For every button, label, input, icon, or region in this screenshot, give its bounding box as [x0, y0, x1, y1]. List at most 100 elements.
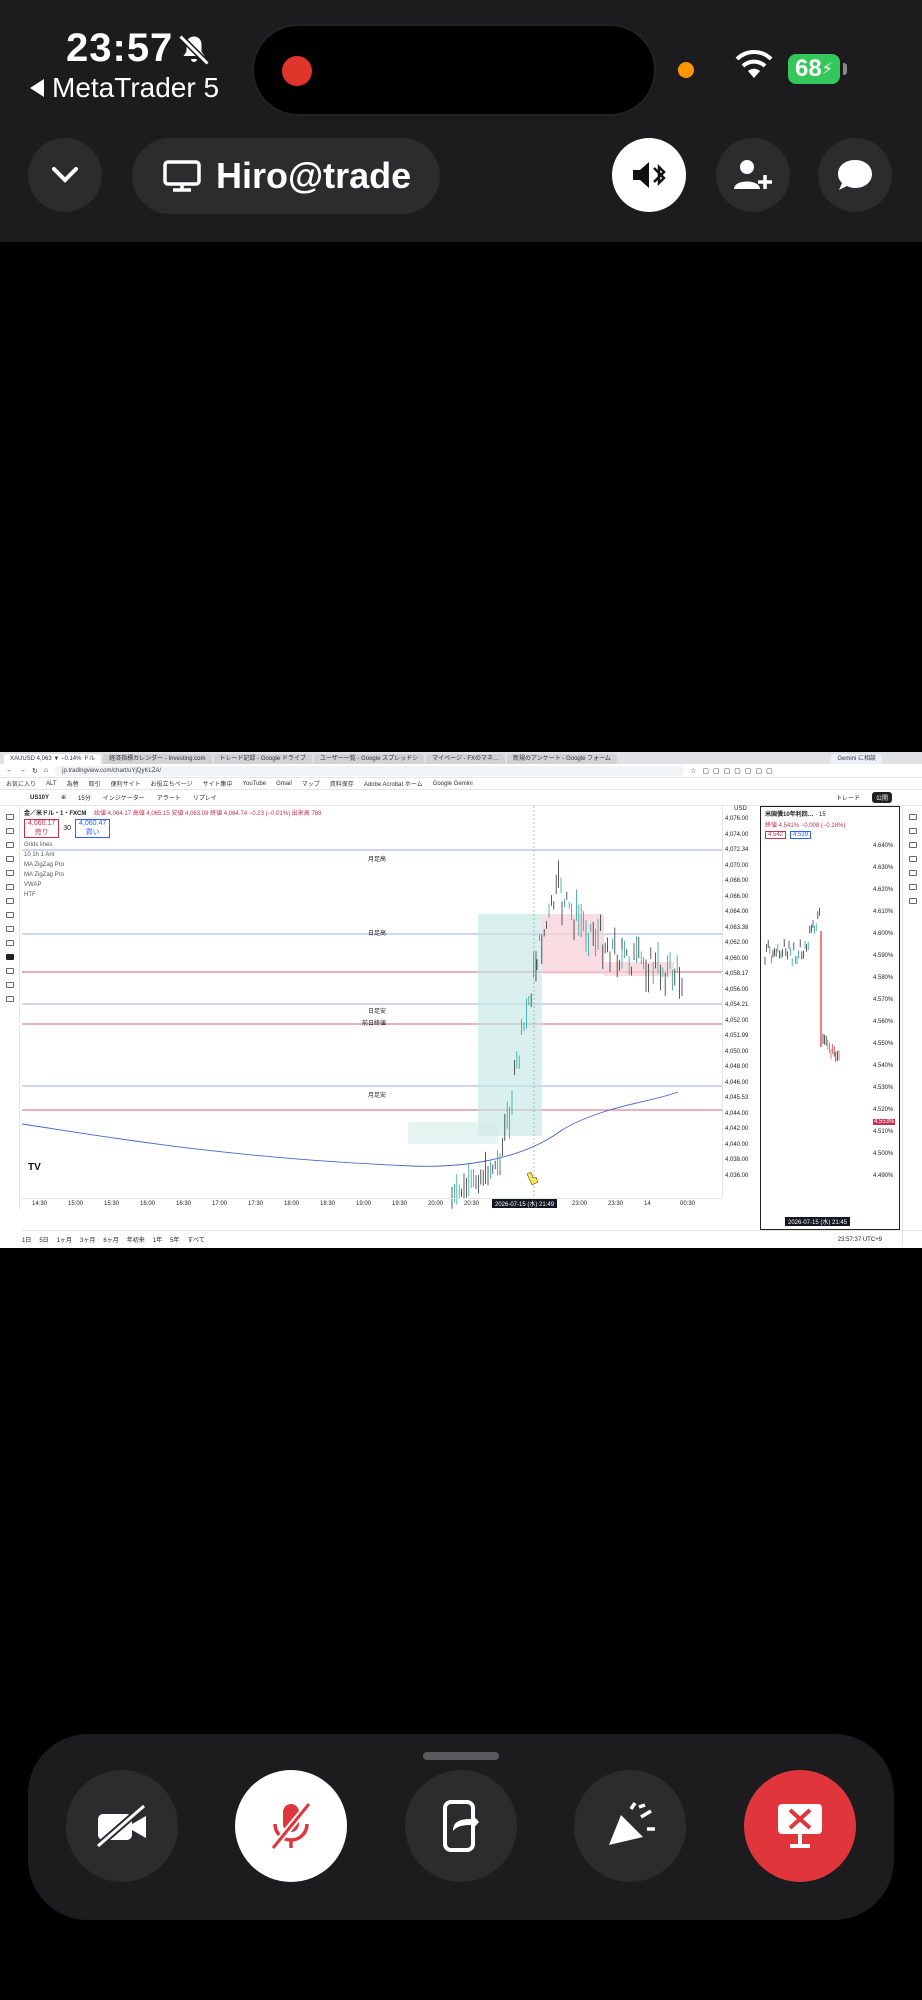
gemini-button[interactable]: Gemini に相談: [831, 754, 882, 764]
browser-tab[interactable]: トレード記録 - Google ドライブ: [213, 754, 312, 764]
chat-button[interactable]: [818, 138, 892, 212]
add-symbol-icon[interactable]: ⊕: [61, 794, 66, 801]
side-buy-button[interactable]: 4.539: [790, 831, 812, 839]
bookmark-item[interactable]: Google Gemini: [433, 781, 473, 787]
side-chart-canvas[interactable]: [763, 867, 873, 1187]
mic-toggle-button[interactable]: [235, 1770, 347, 1882]
period-button[interactable]: 6ヶ月: [103, 1235, 118, 1244]
period-button[interactable]: 3ヶ月: [80, 1235, 95, 1244]
browser-tab[interactable]: 経済指標カレンダー - Investing.com: [103, 754, 212, 764]
help-icon[interactable]: [908, 898, 917, 904]
main-chart[interactable]: TV 金／米ドル・1・FXCM 始値 4,064.17 高値 4,065.15 …: [21, 806, 758, 1210]
text-tool-icon[interactable]: [5, 898, 14, 904]
crosshair-tool-icon[interactable]: [5, 814, 14, 820]
extensions-icon[interactable]: ▢▢▢▢▢▢▢: [702, 767, 776, 775]
indicator-item[interactable]: MA ZigZag Pro: [24, 870, 321, 880]
add-participant-button[interactable]: [716, 138, 790, 212]
reload-icon[interactable]: ↻: [32, 767, 38, 775]
watchlist-icon[interactable]: [908, 814, 917, 820]
forward-icon[interactable]: →: [19, 767, 26, 774]
bookmark-item[interactable]: 資料保存: [330, 779, 354, 788]
alert-button[interactable]: アラート: [157, 793, 181, 802]
period-button[interactable]: 5日: [39, 1235, 48, 1244]
shared-screen[interactable]: XAUUSD 4,063 ▼ −0.14% ドル 経済指標カレンダー - Inv…: [0, 752, 922, 1248]
indicator-item[interactable]: HTF: [24, 890, 321, 900]
bookmark-item[interactable]: Adobe Acrobat ホーム: [364, 779, 423, 788]
time-axis[interactable]: 14:30 15:00 15:30 16:00 16:30 17:00 17:30 18:00…: [22, 1198, 722, 1210]
browser-tab[interactable]: XAUUSD 4,063 ▼ −0.14% ドル: [4, 754, 102, 764]
indicators-button[interactable]: インジケーター: [103, 793, 145, 802]
collapse-button[interactable]: [28, 138, 102, 212]
ruler-tool-icon[interactable]: [5, 926, 14, 932]
price-tick-label: 4,058.17: [725, 971, 749, 977]
star-icon[interactable]: ☆: [690, 767, 696, 775]
publish-button[interactable]: 公開: [871, 792, 892, 803]
host-pill[interactable]: Hiro@trade: [132, 138, 440, 214]
indicator-item[interactable]: VWAP: [24, 880, 321, 890]
bookmark-item[interactable]: お役立ちページ: [151, 779, 193, 788]
browser-tab[interactable]: マイページ - FXのマネ…: [426, 754, 505, 764]
trendline-tool-icon[interactable]: [5, 828, 14, 834]
icon-tool-icon[interactable]: [5, 912, 14, 918]
bookmark-item[interactable]: Gmail: [276, 781, 292, 787]
trade-button[interactable]: トレード: [836, 793, 860, 802]
reactions-button[interactable]: [574, 1770, 686, 1882]
magnet-tool-icon[interactable]: [5, 954, 14, 960]
forecast-tool-icon[interactable]: [5, 870, 14, 876]
home-icon[interactable]: ⌂: [44, 767, 48, 774]
side-price-tick-label: 4.530%: [873, 1085, 894, 1091]
time-tick-label: 18:30: [320, 1201, 336, 1207]
sell-button[interactable]: 4,060.17 売り: [24, 819, 60, 838]
level-label: 日足安: [368, 1009, 387, 1015]
period-button[interactable]: 1年: [153, 1235, 162, 1244]
chat-panel-icon[interactable]: [908, 856, 917, 862]
side-price-axis[interactable]: 4.640% 4.630% 4.620% 4.610% 4.600% 4.590% 4.58…: [873, 827, 899, 1207]
bookmark-item[interactable]: 便利サイト: [111, 779, 141, 788]
eye-tool-icon[interactable]: [5, 982, 14, 988]
bookmark-item[interactable]: マップ: [302, 779, 320, 788]
bookmark-item[interactable]: 取引: [89, 779, 101, 788]
buy-button[interactable]: 4,060.47 買い: [75, 819, 111, 838]
bookmark-item[interactable]: サイト集中: [203, 779, 233, 788]
bookmark-item[interactable]: YouTube: [243, 781, 267, 787]
camera-toggle-button[interactable]: [66, 1770, 178, 1882]
indicator-item[interactable]: 10 1h 1 Ant: [24, 850, 321, 860]
price-axis[interactable]: USD 4,076.00 4,074.00 4,072.34 4,070.00 4,06…: [722, 806, 758, 1198]
side-price-tick-label: 4.490%: [873, 1173, 894, 1179]
brush-tool-icon[interactable]: [5, 884, 14, 890]
share-screen-button[interactable]: [405, 1770, 517, 1882]
replay-button[interactable]: リプレイ: [193, 793, 217, 802]
notification-icon[interactable]: [908, 884, 917, 890]
back-app-label: MetaTrader 5: [52, 72, 220, 103]
browser-tab[interactable]: 新規のアンケート - Google フォーム: [507, 754, 617, 764]
audio-output-button[interactable]: [612, 138, 686, 212]
secondary-chart-panel[interactable]: 米国債10年利回… · 15 終値 4.541% −0.008 (−0.18%)…: [760, 806, 900, 1230]
symbol-search[interactable]: US10Y: [30, 795, 49, 801]
period-button[interactable]: 1日: [22, 1235, 31, 1244]
period-button[interactable]: すべて: [187, 1235, 204, 1244]
indicator-item[interactable]: Grids lines: [24, 840, 321, 850]
fib-tool-icon[interactable]: [5, 842, 14, 848]
bookmark-item[interactable]: お気に入り: [6, 779, 36, 788]
url-field[interactable]: jp.tradingview.com/chart/uYjQyKLZA/: [54, 765, 685, 776]
interval-selector[interactable]: 15分: [78, 793, 91, 802]
back-icon[interactable]: ←: [6, 767, 13, 774]
bookmark-item[interactable]: ALT: [46, 781, 57, 787]
sheet-grabber[interactable]: [423, 1752, 499, 1760]
side-sell-button[interactable]: 4.542: [765, 831, 787, 839]
pattern-tool-icon[interactable]: [5, 856, 14, 862]
period-button[interactable]: 5年: [170, 1235, 179, 1244]
period-button[interactable]: 年初来: [127, 1235, 145, 1244]
bookmark-item[interactable]: 為替: [67, 779, 79, 788]
end-share-button[interactable]: [744, 1770, 856, 1882]
zoom-tool-icon[interactable]: [5, 940, 14, 946]
browser-tab[interactable]: ユーザー一覧 - Google スプレッドシ: [313, 754, 425, 764]
calendar-icon[interactable]: [908, 870, 917, 876]
period-button[interactable]: 1ヶ月: [57, 1235, 72, 1244]
layers-icon[interactable]: [908, 842, 917, 848]
back-to-app-link[interactable]: MetaTrader 5: [30, 72, 219, 104]
alerts-icon[interactable]: [908, 828, 917, 834]
indicator-item[interactable]: MA ZigZag Pro: [24, 860, 321, 870]
lock-tool-icon[interactable]: [5, 968, 14, 974]
trash-tool-icon[interactable]: [5, 996, 14, 1002]
